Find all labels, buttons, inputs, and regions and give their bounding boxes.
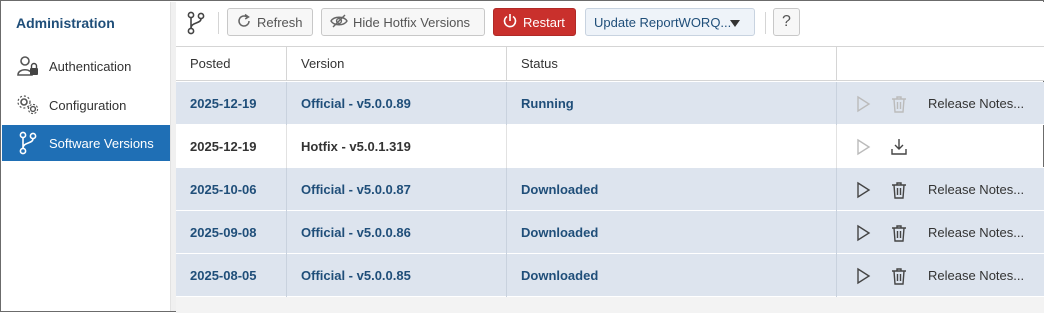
restart-label: Restart	[523, 14, 565, 30]
status-cell: Downloaded	[507, 211, 837, 254]
play-icon[interactable]	[854, 224, 872, 242]
toolbar: Refresh Hide Hotfix Versions Restart Upd…	[176, 2, 1044, 46]
sidebar-item-software-versions[interactable]: Software Versions	[2, 125, 170, 161]
posted-cell: 2025-08-05	[176, 254, 287, 297]
hide-hotfix-label: Hide Hotfix Versions	[353, 14, 471, 30]
posted-cell: 2025-12-19	[176, 82, 287, 125]
column-header-actions	[837, 47, 1044, 81]
user-lock-icon	[16, 54, 40, 78]
release-notes-link[interactable]: Release Notes...	[928, 82, 1024, 125]
status-cell: Running	[507, 82, 837, 125]
trash-icon[interactable]	[890, 181, 908, 199]
trash-icon[interactable]	[890, 95, 908, 113]
row-actions: Release Notes...	[838, 254, 1044, 297]
table-header: Posted Version Status	[176, 47, 1044, 81]
update-dropdown[interactable]: Update ReportWORQ...	[585, 8, 755, 36]
gears-icon	[16, 93, 40, 117]
sidebar-title: Administration	[16, 15, 115, 31]
sidebar-item-label: Authentication	[49, 58, 132, 74]
row-actions: Release Notes...	[838, 211, 1044, 254]
status-cell: Downloaded	[507, 254, 837, 297]
play-icon[interactable]	[854, 267, 872, 285]
version-cell: Hotfix - v5.0.1.319	[287, 125, 507, 168]
release-notes-link[interactable]: Release Notes...	[928, 168, 1024, 211]
version-cell: Official - v5.0.0.87	[287, 168, 507, 211]
version-cell: Official - v5.0.0.89	[287, 82, 507, 125]
table-row[interactable]: 2025-09-08 Official - v5.0.0.86 Download…	[176, 211, 1044, 254]
play-icon[interactable]	[854, 95, 872, 113]
restart-button[interactable]: Restart	[493, 8, 576, 36]
trash-icon[interactable]	[890, 267, 908, 285]
update-label: Update ReportWORQ...	[594, 14, 732, 30]
play-icon[interactable]	[854, 138, 872, 156]
table-row[interactable]: 2025-10-06 Official - v5.0.0.87 Download…	[176, 168, 1044, 211]
table-row[interactable]: 2025-12-19 Hotfix - v5.0.1.319	[176, 125, 1044, 168]
branch-icon	[186, 11, 206, 38]
status-cell: Downloaded	[507, 168, 837, 211]
table-row[interactable]: 2025-12-19 Official - v5.0.0.89 Running …	[176, 82, 1044, 125]
sidebar-item-label: Configuration	[49, 97, 127, 113]
table-empty-area	[176, 297, 1044, 313]
row-actions: Release Notes...	[838, 168, 1044, 211]
versions-table: Posted Version Status 2025-12-19 Officia…	[176, 46, 1044, 313]
posted-cell: 2025-12-19	[176, 125, 287, 168]
status-cell	[507, 125, 837, 168]
version-cell: Official - v5.0.0.86	[287, 211, 507, 254]
help-label: ?	[782, 13, 791, 30]
toolbar-separator	[218, 12, 219, 34]
refresh-icon	[236, 13, 257, 32]
sidebar-item-configuration[interactable]: Configuration	[2, 87, 170, 123]
app-window: Administration Authentication Configurat…	[0, 0, 1044, 313]
branch-icon	[16, 131, 40, 155]
toolbar-separator	[765, 12, 766, 34]
release-notes-link[interactable]: Release Notes...	[928, 211, 1024, 254]
row-actions	[838, 125, 1044, 168]
hide-hotfix-button[interactable]: Hide Hotfix Versions	[321, 8, 485, 36]
refresh-label: Refresh	[257, 14, 303, 30]
column-header-posted[interactable]: Posted	[176, 47, 287, 81]
download-icon[interactable]	[890, 138, 908, 156]
play-icon[interactable]	[854, 181, 872, 199]
eye-slash-icon	[330, 13, 353, 32]
refresh-button[interactable]: Refresh	[227, 8, 313, 36]
help-button[interactable]: ?	[773, 8, 800, 36]
row-actions: Release Notes...	[838, 82, 1044, 125]
sidebar-item-label: Software Versions	[49, 135, 154, 151]
posted-cell: 2025-10-06	[176, 168, 287, 211]
sidebar-item-authentication[interactable]: Authentication	[2, 48, 170, 84]
version-cell: Official - v5.0.0.85	[287, 254, 507, 297]
power-icon	[502, 13, 523, 32]
table-row[interactable]: 2025-08-05 Official - v5.0.0.85 Download…	[176, 254, 1044, 297]
column-header-status[interactable]: Status	[507, 47, 837, 81]
sidebar: Administration Authentication Configurat…	[2, 2, 170, 311]
trash-icon[interactable]	[890, 224, 908, 242]
column-header-version[interactable]: Version	[287, 47, 507, 81]
caret-down-icon	[730, 17, 745, 32]
release-notes-link[interactable]: Release Notes...	[928, 254, 1024, 297]
posted-cell: 2025-09-08	[176, 211, 287, 254]
